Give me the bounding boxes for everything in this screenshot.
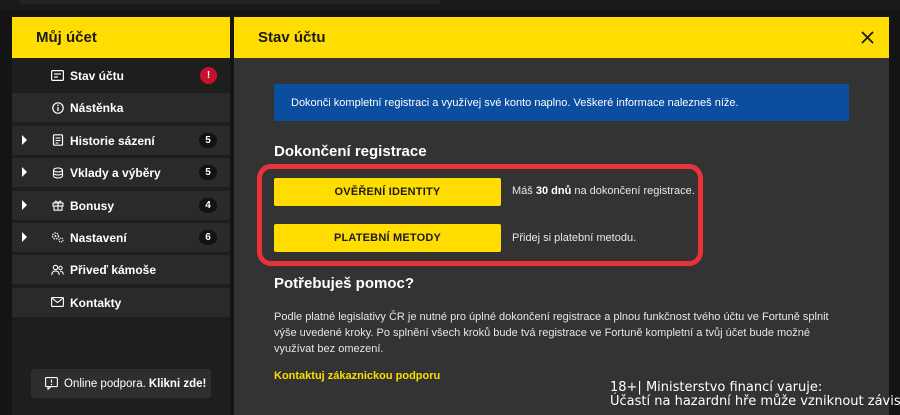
warning-line-2: Účastí na hazardní hře může vzniknout zá… [610,394,900,409]
sidebar-item-label: Přiveď kámoše [70,263,157,278]
support-text: Online podpora. [64,377,146,390]
gambling-warning: 18+| Ministerstvo financí varuje: Účastí… [610,381,900,409]
help-title: Potřebuješ pomoc? [274,275,415,292]
identity-note: Máš 30 dnů na dokončení registrace. [512,185,695,197]
coins-icon [51,166,64,179]
gift-icon [51,199,64,212]
payment-note: Přidej si platební metodu. [512,232,637,244]
expand-arrow-icon [22,231,27,242]
sidebar-item-label: Kontakty [70,295,122,310]
count-badge: 6 [199,229,217,245]
panel-title: Stav účtu [258,29,326,46]
account-status-icon [51,69,64,82]
alert-badge: ! [200,67,217,84]
account-status-panel: Stav účtu Dokonči kompletní registraci a… [234,17,889,415]
sidebar-item-label: Stav účtu [70,69,125,83]
identity-verification-button[interactable]: OVĚŘENÍ IDENTITY [274,178,501,206]
count-badge: 5 [199,165,217,181]
expand-arrow-icon [22,199,27,210]
sidebar-item-bonuses[interactable]: Bonusy 4 [12,190,230,220]
sidebar-item-refer-friend[interactable]: Přiveď kámoše [12,255,230,285]
sidebar-title: Můj účet [12,17,230,58]
sidebar-menu: Stav účtu ! Nástěnka Historie sázení 5 V… [12,58,230,317]
support-link[interactable]: Klikni zde! [149,378,207,390]
expand-arrow-icon [22,167,27,178]
count-badge: 5 [199,132,217,148]
sidebar-item-label: Bonusy [70,198,115,213]
info-icon [51,101,64,114]
sidebar-item-label: Nastavení [70,230,127,245]
sidebar-item-dashboard[interactable]: Nástěnka [12,93,230,123]
count-badge: 4 [199,197,217,213]
sidebar-item-label: Vklady a výběry [70,166,161,181]
panel-header: Stav účtu [234,17,889,58]
sidebar-item-label: Nástěnka [70,101,124,116]
sidebar-item-settings[interactable]: Nastavení 6 [12,222,230,252]
payment-methods-button[interactable]: PLATEBNÍ METODY [274,224,501,252]
sidebar-item-deposits-withdrawals[interactable]: Vklady a výběry 5 [12,158,230,188]
info-banner: Dokonči kompletní registraci a využívej … [274,84,849,121]
close-icon[interactable] [860,30,875,45]
help-text: Podle platné legislativy ČR je nutné pro… [274,311,829,355]
top-navigation-strip [0,0,900,10]
sidebar-item-account-status[interactable]: Stav účtu ! [12,61,230,90]
settings-icon [51,231,64,244]
chat-icon [45,377,58,391]
sidebar-item-contacts[interactable]: Kontakty [12,287,230,317]
online-support-button[interactable]: Online podpora. Klikni zde! [31,369,211,398]
contact-support-link[interactable]: Kontaktuj zákaznickou podporu [274,370,440,382]
history-icon [51,134,64,147]
sidebar-item-label: Historie sázení [70,133,155,148]
expand-arrow-icon [22,134,27,145]
account-sidebar: Můj účet Stav účtu ! Nástěnka Historie s… [12,17,230,415]
sidebar-item-betting-history[interactable]: Historie sázení 5 [12,125,230,155]
warning-line-1: 18+| Ministerstvo financí varuje: [610,380,823,395]
mail-icon [51,296,64,309]
registration-title: Dokončení registrace [274,143,427,160]
users-icon [51,263,64,276]
